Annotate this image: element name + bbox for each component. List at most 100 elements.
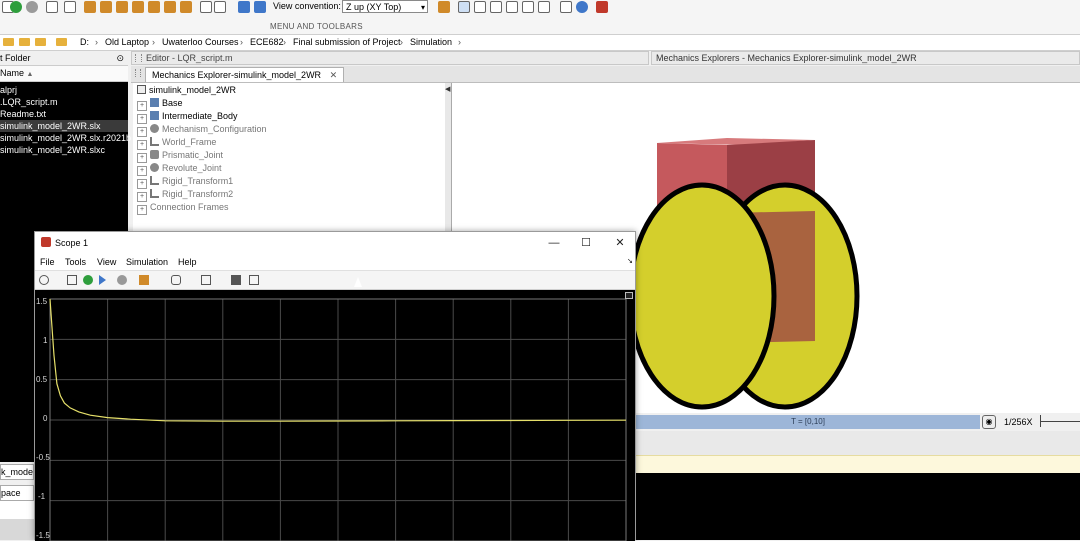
browse-folder-icon[interactable] [35,38,46,46]
breadcrumb-ece682[interactable]: ECE682 [250,35,284,50]
breadcrumb-drive[interactable]: D: [80,35,89,50]
speed-slider[interactable] [1040,421,1080,422]
command-window[interactable] [636,473,1080,540]
run-icon[interactable] [83,275,93,285]
style-icon[interactable] [249,275,259,285]
playback-button[interactable]: ◉ [982,415,996,429]
highlight-icon[interactable] [139,275,149,285]
stop-icon[interactable] [26,1,38,13]
file-item[interactable]: alprj [0,84,17,96]
y-tick-label: 1.5 [36,297,48,306]
view-back-icon[interactable] [100,1,112,13]
pan-hand-icon[interactable] [171,275,181,285]
up-folder-icon[interactable] [19,38,30,46]
view-convention-dropdown[interactable]: Z up (XY Top) ▾ [342,0,428,13]
breadcrumb-old-laptop[interactable]: Old Laptop [105,35,149,50]
record-icon[interactable] [596,1,608,13]
menu-help[interactable]: Help [178,256,197,268]
scope-title-bar[interactable]: Scope 1 — ☐ ✕ [35,232,635,254]
tree-item-label: Mechanism_Configuration [162,124,267,134]
expand-icon[interactable]: + [137,205,147,215]
tree-root-label: simulink_model_2WR [149,85,237,95]
tree-item-prismatic-joint[interactable]: + Prismatic_Joint [137,149,223,163]
view-isometric-icon[interactable] [180,1,192,13]
menu-file[interactable]: File [40,256,55,268]
scope-plot-area[interactable]: 1.5 1 0.5 0 -0.5 -1 -1.5 [35,290,635,541]
scope-window[interactable]: Scope 1 — ☐ ✕ File Tools View Simulation… [34,231,636,541]
frames-icon[interactable] [560,1,572,13]
model-icon [137,85,146,94]
zoom-box-icon[interactable] [201,275,211,285]
step-forward-icon[interactable] [99,275,106,285]
select-pointer-icon[interactable] [458,1,470,13]
settings-icon[interactable] [46,1,58,13]
zoom-box-icon[interactable] [538,1,550,13]
split-vertical-icon[interactable] [254,1,266,13]
breadcrumb-uwaterloo[interactable]: Uwaterloo Courses [162,35,239,50]
y-tick-label: -0.5 [36,453,50,462]
single-view-icon[interactable] [200,1,212,13]
maximize-button[interactable]: ☐ [571,234,601,252]
tree-item-base[interactable]: + Base [137,97,183,111]
tab-mechanics-explorer[interactable]: Mechanics Explorer-simulink_model_2WR ✕ [145,67,345,82]
editor-title-bar[interactable]: Editor - LQR_script.m [131,51,649,65]
undock-icon[interactable]: ↘ [627,256,633,268]
tree-item-world-frame[interactable]: + World_Frame [137,136,216,150]
close-tab-icon[interactable]: ✕ [330,70,338,80]
fit-to-view-icon[interactable] [64,1,76,13]
menu-simulation[interactable]: Simulation [126,256,168,268]
minimize-button[interactable]: — [539,234,569,252]
tree-item-rigid-transform1[interactable]: + Rigid_Transform1 [137,175,233,189]
roll-icon[interactable] [490,1,502,13]
panel-options-icon[interactable]: ⊙ [116,51,124,65]
rotate-icon[interactable] [474,1,486,13]
tree-item-mechanism-configuration[interactable]: + Mechanism_Configuration [137,123,267,137]
view-left-icon[interactable] [116,1,128,13]
pan-icon[interactable] [506,1,518,13]
globe-icon[interactable] [576,1,588,13]
tree-item-rigid-transform2[interactable]: + Rigid_Transform2 [137,188,233,202]
stop-icon[interactable] [117,275,127,285]
address-bar[interactable]: D: › Old Laptop › Uwaterloo Courses › EC… [0,35,1080,51]
settings-icon[interactable] [39,275,49,285]
maximize-axes-icon[interactable] [625,292,633,299]
mechanics-explorer-title-bar[interactable]: Mechanics Explorers - Mechanics Explorer… [651,51,1080,65]
file-item[interactable]: simulink_model_2WR.slxc [0,144,105,156]
tree-item-intermediate-body[interactable]: + Intermediate_Body [137,110,238,124]
camera-icon[interactable] [438,1,450,13]
tree-root[interactable]: simulink_model_2WR [137,84,236,96]
menu-tools[interactable]: Tools [65,256,86,268]
breadcrumb-simulation[interactable]: Simulation [410,35,452,50]
menu-view[interactable]: View [97,256,116,268]
cursor-measure-icon[interactable] [231,275,241,285]
close-button[interactable]: ✕ [605,234,635,252]
file-item-selected[interactable]: simulink_model_2WR.slx [0,120,128,132]
run-icon[interactable] [10,1,22,13]
name-column-header[interactable]: Name ▲ [0,66,128,82]
scope-plot[interactable] [35,290,635,541]
tab-workspace[interactable]: pace [0,485,34,501]
tree-item-connection-frames[interactable]: + Connection Frames [137,201,229,215]
view-top-icon[interactable] [148,1,160,13]
timeline-bar[interactable]: T = [0,10] [636,415,980,429]
file-item[interactable]: .LQR_script.m [0,96,58,108]
breadcrumb-final-submission[interactable]: Final submission of Project [293,35,401,50]
file-item[interactable]: simulink_model_2WR.slx.r2021b [0,132,131,144]
four-view-icon[interactable] [214,1,226,13]
view-bottom-icon[interactable] [164,1,176,13]
drag-handle-icon[interactable] [135,54,142,62]
tree-item-revolute-joint[interactable]: + Revolute_Joint [137,162,222,176]
split-horizontal-icon[interactable] [238,1,250,13]
file-item[interactable]: Readme.txt [0,108,46,120]
tree-splitter[interactable]: ◀ [445,83,452,234]
view-convention-label: View convention: [273,1,341,11]
y-tick-label: 1 [43,336,48,345]
zoom-icon[interactable] [522,1,534,13]
back-folder-icon[interactable] [3,38,14,46]
step-back-icon[interactable] [67,275,77,285]
tab-model[interactable]: k_model [0,464,34,480]
view-right-icon[interactable] [132,1,144,13]
drag-handle-icon[interactable] [135,69,141,77]
collapse-icon[interactable]: ◀ [445,85,450,93]
view-front-icon[interactable] [84,1,96,13]
